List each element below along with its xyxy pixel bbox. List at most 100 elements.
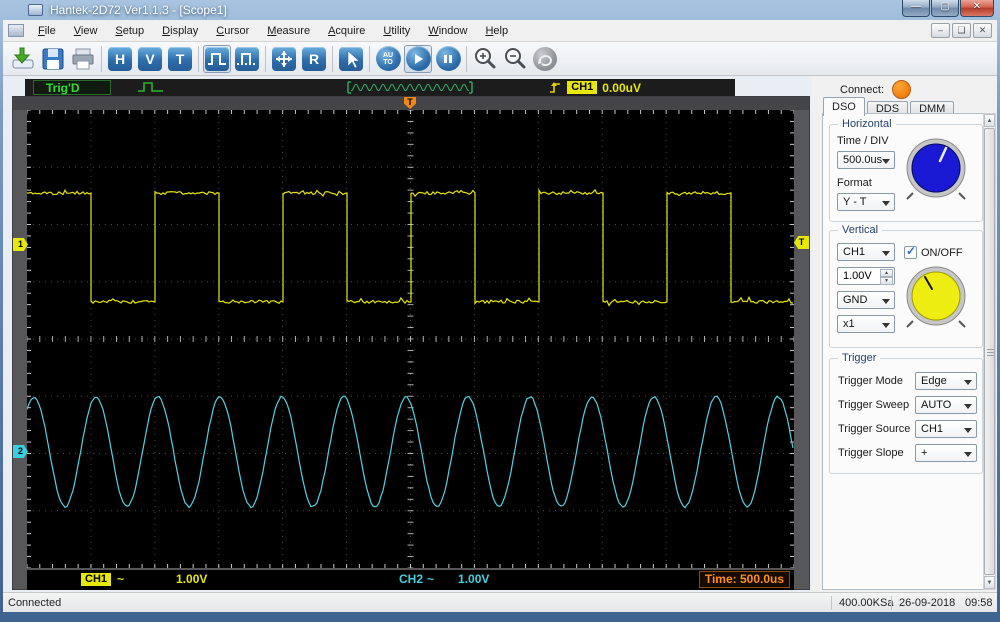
stop-button[interactable] xyxy=(434,45,462,73)
trigger-position-track[interactable]: T xyxy=(13,97,809,110)
channel-select[interactable]: CH1 xyxy=(837,243,895,261)
timebase-readout: Time: 500.0us xyxy=(699,571,790,588)
vertical-menu-button[interactable]: V xyxy=(136,45,164,73)
print-icon xyxy=(70,46,96,72)
square-wave-dotted-icon xyxy=(235,47,259,71)
trigger-source-label: Trigger Source xyxy=(838,423,910,435)
ch2-scale: 1.00V xyxy=(458,572,489,586)
time-div-select[interactable]: 500.0us xyxy=(837,151,895,169)
auto-icon: AUTO xyxy=(376,46,401,71)
waveform-persist-button[interactable] xyxy=(233,45,261,73)
zoom-out-icon xyxy=(502,46,528,72)
refresh-loop-icon xyxy=(533,47,557,71)
trigger-slope-select[interactable]: + xyxy=(915,444,977,462)
run-button[interactable] xyxy=(404,45,432,73)
chevron-down-icon xyxy=(882,201,890,206)
ch1-scale: 1.00V xyxy=(176,572,207,586)
time-div-label: Time / DIV xyxy=(837,135,889,147)
trigger-group-title: Trigger xyxy=(838,352,880,364)
autoset-button[interactable]: AUTO xyxy=(374,45,402,73)
mdi-minimize-button[interactable]: – xyxy=(931,23,950,38)
trigger-status: Trig'D xyxy=(33,80,111,95)
zoom-in-icon xyxy=(472,46,498,72)
panel-scrollbar[interactable]: ▲ ▼ xyxy=(983,113,996,590)
trigger-position-marker[interactable]: T xyxy=(404,97,416,109)
ch1-coupling: ~ xyxy=(117,572,124,586)
ch2-badge: CH2 xyxy=(399,572,423,586)
zoom-in-button[interactable] xyxy=(471,45,499,73)
toolbar-separator xyxy=(332,46,333,72)
maximize-button[interactable]: ▢ xyxy=(931,0,959,17)
refresh-r-button[interactable]: R xyxy=(300,45,328,73)
probe-select[interactable]: x1 xyxy=(837,315,895,333)
toolbar-separator xyxy=(466,46,467,72)
menu-cursor[interactable]: Cursor xyxy=(207,22,258,40)
self-calibration-button[interactable] xyxy=(531,45,559,73)
chevron-down-icon xyxy=(964,404,972,409)
menu-setup[interactable]: Setup xyxy=(106,22,153,40)
trigger-sweep-select[interactable]: AUTO xyxy=(915,396,977,414)
close-button[interactable]: ✕ xyxy=(960,0,994,17)
menu-display[interactable]: Display xyxy=(153,22,207,40)
ch2-position-marker[interactable]: 2 xyxy=(13,445,28,458)
format-select[interactable]: Y - T xyxy=(837,193,895,211)
load-icon xyxy=(10,46,36,72)
ch1-position-marker[interactable]: 1 xyxy=(13,238,28,251)
menu-acquire[interactable]: Acquire xyxy=(319,22,374,40)
spin-up-icon[interactable]: ▲ xyxy=(880,269,893,277)
save-button[interactable] xyxy=(39,45,67,73)
trigger-sweep-label: Trigger Sweep xyxy=(838,399,909,411)
square-wave-icon xyxy=(205,47,229,71)
scrollbar-thumb[interactable] xyxy=(984,128,995,575)
horizontal-knob[interactable] xyxy=(904,137,968,201)
tab-dso[interactable]: DSO xyxy=(823,97,865,116)
trigger-source-select[interactable]: CH1 xyxy=(915,420,977,438)
connect-label: Connect: xyxy=(840,84,884,96)
volts-div-spinner[interactable]: 1.00V ▲ ▼ xyxy=(837,267,895,285)
measure-xy-button[interactable] xyxy=(270,45,298,73)
trigger-menu-button[interactable]: T xyxy=(166,45,194,73)
horizontal-menu-button[interactable]: H xyxy=(106,45,134,73)
pulse-mode-icon xyxy=(137,81,165,94)
trigger-mode-select[interactable]: Edge xyxy=(915,372,977,390)
minimize-button[interactable]: — xyxy=(902,0,930,17)
waveform-mode-button[interactable] xyxy=(203,45,231,73)
coupling-select[interactable]: GND xyxy=(837,291,895,309)
chevron-down-icon xyxy=(964,452,972,457)
status-bar: Connected 400.00KSa 26-09-2018 09:58 xyxy=(3,592,997,612)
trigger-level-marker[interactable]: T xyxy=(794,236,809,249)
menu-help[interactable]: Help xyxy=(476,22,517,40)
play-icon xyxy=(406,46,431,71)
vertical-knob[interactable] xyxy=(904,265,968,329)
menu-window[interactable]: Window xyxy=(419,22,476,40)
chevron-down-icon xyxy=(964,428,972,433)
zoom-out-button[interactable] xyxy=(501,45,529,73)
mdi-close-button[interactable]: ✕ xyxy=(973,23,992,38)
print-button[interactable] xyxy=(69,45,97,73)
pause-icon xyxy=(436,46,461,71)
scope-widget: T 1 2 T CH1 ~ 1.00V CH2 ~ 1.00V Time: 50… xyxy=(12,96,810,590)
statusbar-separator xyxy=(831,596,832,610)
toolbar-separator xyxy=(198,46,199,72)
menu-utility[interactable]: Utility xyxy=(374,22,419,40)
menu-file[interactable]: File xyxy=(29,22,65,40)
menu-measure[interactable]: Measure xyxy=(258,22,319,40)
scope-display[interactable] xyxy=(27,110,794,568)
menu-view[interactable]: View xyxy=(65,22,107,40)
ch1-readout: CH1 ~ 1.00V xyxy=(81,572,207,586)
dso-tab-page: Horizontal Time / DIV 500.0us Format Y -… xyxy=(822,113,990,590)
scroll-down-icon[interactable]: ▼ xyxy=(984,576,995,589)
mdi-child-icon[interactable] xyxy=(8,24,24,37)
waveform-preview[interactable] xyxy=(347,81,473,94)
chevron-down-icon xyxy=(882,251,890,256)
scroll-up-icon[interactable]: ▲ xyxy=(984,114,995,127)
chevron-down-icon xyxy=(882,159,890,164)
spin-down-icon[interactable]: ▼ xyxy=(880,277,893,285)
t-icon: T xyxy=(168,47,192,71)
mdi-restore-button[interactable]: ❑ xyxy=(952,23,971,38)
pointer-tool-button[interactable] xyxy=(337,45,365,73)
vertical-group: Vertical CH1 ON/OFF 1.00V ▲ ▼ xyxy=(829,230,983,348)
load-reference-button[interactable] xyxy=(9,45,37,73)
trigger-slope-label: Trigger Slope xyxy=(838,447,904,459)
channel-onoff-checkbox[interactable] xyxy=(904,246,917,259)
